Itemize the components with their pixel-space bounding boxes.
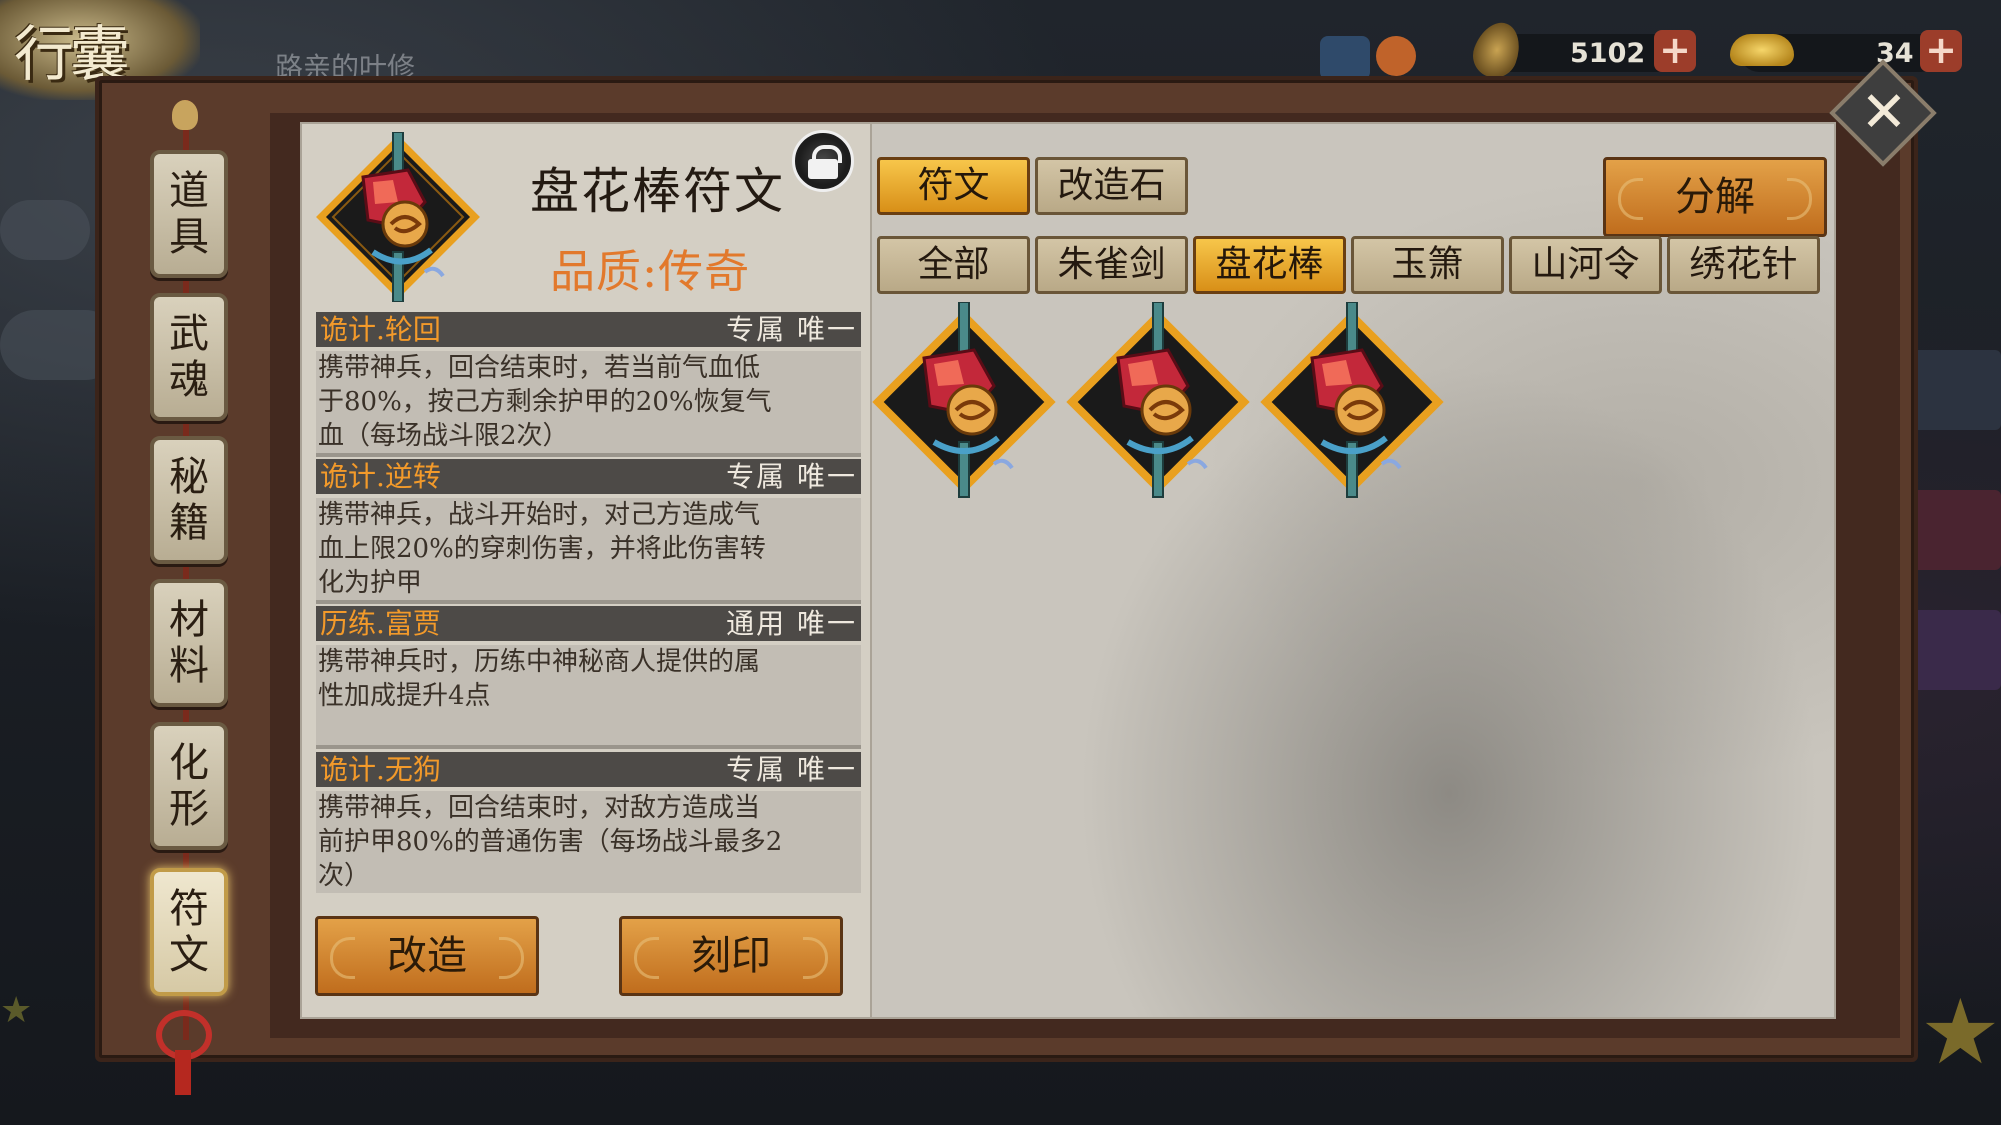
rune-slot[interactable] [872,302,1057,502]
sidebar-item-label: 秘 [169,454,209,500]
sidebar-item-label: 料 [169,643,209,689]
effect-header: 历练.富贾 通用 唯一 [316,606,861,641]
effect-line: 携带神兵，回合结束时，对敌方造成当 [318,793,761,823]
sidebar-item-label: 文 [169,932,209,978]
effect-line: 性加成提升4点 [318,681,491,711]
effect-description: 携带神兵，战斗开始时，对己方造成气 血上限20%的穿刺伤害，并将此伤害转 化为护… [316,498,861,600]
effect-name: 诡计.无狗 [320,753,441,786]
add-ingot-button[interactable]: + [1920,30,1962,72]
effect-line: 化为护甲 [318,568,423,598]
filter-all[interactable]: 全部 [877,236,1030,294]
sidebar-item-label: 魂 [169,357,209,403]
mail-icon[interactable] [1320,36,1370,80]
effect-line: 携带神兵时，历练中神秘商人提供的属 [318,647,761,677]
tab-runes[interactable]: 符文 [877,157,1030,215]
close-icon[interactable]: ✕ [1856,78,1912,148]
item-quality: 品质:传奇 [550,245,751,298]
lock-icon[interactable] [792,130,854,192]
effect-header: 诡计.无狗 专属 唯一 [316,752,861,787]
effect-name: 诡计.逆转 [320,460,441,493]
sidebar-item-martial-soul[interactable]: 武 魂 [150,293,228,421]
rune-slot[interactable] [1260,302,1445,502]
effect-tags: 通用 唯一 [726,607,857,640]
button-ornament [1618,178,1643,220]
sidebar-item-manuals[interactable]: 秘 籍 [150,436,228,564]
filter-mountain-token[interactable]: 山河令 [1509,236,1662,294]
sidebar-item-label: 化 [169,740,209,786]
effect-tags: 专属 唯一 [726,460,857,493]
effect-line: 于80%，按己方剩余护甲的20%恢复气 [318,387,772,417]
effect-name: 诡计.轮回 [320,313,441,346]
side-banner [1905,610,2001,690]
sidebar-item-materials[interactable]: 材 料 [150,579,228,707]
sidebar-item-label: 籍 [169,500,209,546]
effect-line: 携带神兵，回合结束时，若当前气血低 [318,353,761,383]
sidebar-item-label: 武 [169,311,209,357]
effect-line: 携带神兵，战斗开始时，对己方造成气 [318,500,761,530]
effect-line: 前护甲80%的普通伤害（每场战斗最多2 [318,827,783,857]
sidebar-knot-top [172,100,198,130]
filter-suzaku-sword[interactable]: 朱雀剑 [1035,236,1188,294]
tab-reforge-stones[interactable]: 改造石 [1035,157,1188,215]
sidebar-item-runes[interactable]: 符 文 [150,868,228,996]
reforge-label: 改造 [387,933,467,979]
effect-header: 诡计.轮回 专属 唯一 [316,312,861,347]
filter-embroidery-needle[interactable]: 绣花针 [1667,236,1820,294]
button-ornament [330,937,355,979]
effect-line: 次） [318,861,371,891]
lock-body [808,159,838,179]
alert-icon[interactable] [1376,36,1416,76]
button-ornament [499,937,524,979]
sidebar-item-label: 符 [169,886,209,932]
sidebar-item-props[interactable]: 道 具 [150,150,228,278]
sidebar-tassel [175,1050,191,1095]
add-leaf-button[interactable]: + [1654,30,1696,72]
sidebar-item-transform[interactable]: 化 形 [150,722,228,850]
sidebar-item-label: 材 [169,597,209,643]
button-ornament [1787,178,1812,220]
divider [316,745,861,749]
leaf-currency-value: 5102 [1570,38,1646,69]
filter-jade-flute[interactable]: 玉箫 [1351,236,1504,294]
decompose-button[interactable]: 分解 [1603,157,1827,237]
effect-line: 血上限20%的穿刺伤害，并将此伤害转 [318,534,766,564]
effect-line: 血（每场战斗限2次） [318,421,569,451]
divider [316,600,861,604]
sidebar-item-label: 具 [169,214,209,260]
star-icon: ★ [0,990,33,1031]
side-banner [1905,490,2001,570]
button-ornament [634,937,659,979]
item-name: 盘花棒符文 [530,163,786,220]
decompose-label: 分解 [1675,174,1755,220]
engrave-label: 刻印 [691,933,771,979]
rune-slot[interactable] [1066,302,1251,502]
engrave-button[interactable]: 刻印 [619,916,843,996]
side-banner [1905,350,2001,430]
effect-header: 诡计.逆转 专属 唯一 [316,459,861,494]
effect-name: 历练.富贾 [320,607,441,640]
gold-ingot-icon [1730,34,1794,66]
effect-description: 携带神兵，回合结束时，对敌方造成当 前护甲80%的普通伤害（每场战斗最多2 次） [316,791,861,893]
cloud-decoration [0,200,90,260]
filter-flower-staff[interactable]: 盘花棒 [1193,236,1346,294]
rune-gem-icon [316,132,480,302]
effect-description: 携带神兵时，历练中神秘商人提供的属 性加成提升4点 [316,645,861,745]
effect-tags: 专属 唯一 [726,753,857,786]
reforge-button[interactable]: 改造 [315,916,539,996]
sidebar-item-label: 道 [169,168,209,214]
sidebar-item-label: 形 [169,786,209,832]
effect-description: 携带神兵，回合结束时，若当前气血低 于80%，按己方剩余护甲的20%恢复气 血（… [316,351,861,453]
effect-tags: 专属 唯一 [726,313,857,346]
button-ornament [803,937,828,979]
star-icon: ★ [1920,980,2001,1085]
divider [316,453,861,457]
